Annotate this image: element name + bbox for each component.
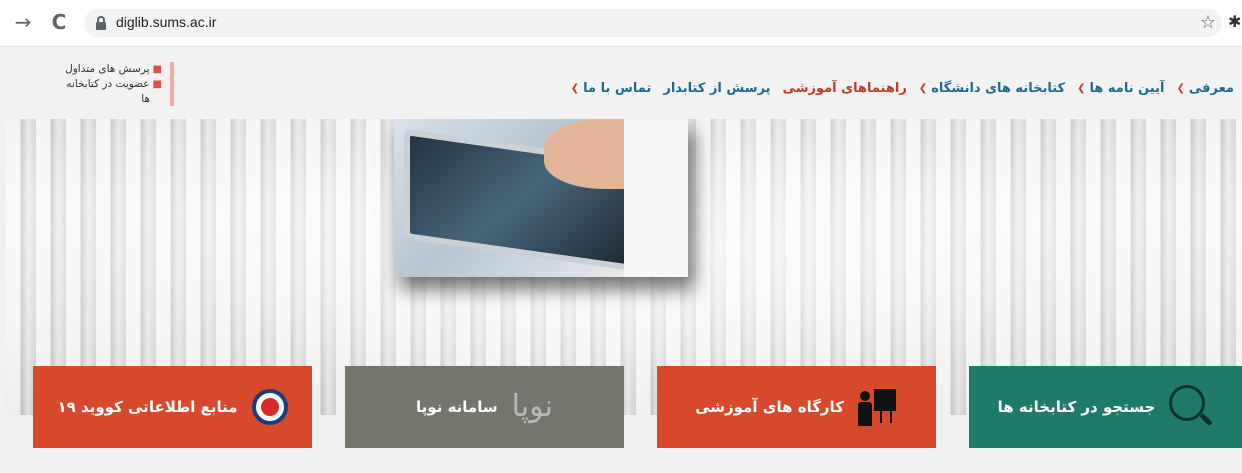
search-icon: [1169, 385, 1214, 429]
bookmark-star-icon[interactable]: ☆: [1200, 12, 1216, 33]
tile-library-search[interactable]: جستجو در کتابخانه ها: [969, 366, 1242, 448]
main-nav: معرفی ❯ آیین نامه ها ❯ کتابخانه های دانشگا…: [571, 78, 1234, 98]
nav-item-ask-librarian[interactable]: پرسش از کتابدار: [663, 81, 770, 96]
quick-link-faq[interactable]: ■پرسش های متداول: [34, 62, 162, 77]
tile-label: منابع اطلاعاتی کووید ۱۹: [57, 398, 238, 416]
quick-links: ■پرسش های متداول ■عضویت در کتابخانه ها: [34, 62, 174, 106]
nav-item-contact[interactable]: تماس با ما ❯: [571, 81, 652, 96]
browser-toolbar: → C diglib.sums.ac.ir ☆ ✱: [0, 0, 1242, 47]
chevron-down-icon: ❯: [918, 82, 928, 94]
tile-noopa[interactable]: نوپا سامانه نوپا: [345, 366, 624, 448]
noopa-logo: نوپا: [511, 389, 553, 424]
chevron-down-icon: ❯: [570, 82, 580, 94]
address-bar[interactable]: diglib.sums.ac.ir ☆: [84, 9, 1222, 37]
quick-link-membership[interactable]: ■عضویت در کتابخانه: [34, 77, 162, 92]
tile-covid-resources[interactable]: منابع اطلاعاتی کووید ۱۹: [33, 366, 312, 448]
nav-item-university-libraries[interactable]: کتابخانه های دانشگاه ❯: [919, 81, 1065, 96]
forward-icon[interactable]: →: [12, 10, 34, 34]
corona-virus-icon: [251, 389, 288, 425]
teacher-icon: [857, 387, 898, 427]
url-text[interactable]: diglib.sums.ac.ir: [116, 14, 216, 30]
quick-link-membership-cont[interactable]: ها: [34, 92, 162, 106]
bullet-icon: ■: [152, 79, 162, 90]
hero-tablet-photo: [394, 119, 688, 277]
chevron-down-icon: ❯: [1077, 82, 1086, 94]
lock-icon[interactable]: [96, 16, 106, 30]
nav-item-tutorials[interactable]: راهنماهای آموزشی: [783, 81, 907, 96]
tile-label: جستجو در کتابخانه ها: [997, 398, 1156, 416]
tile-label: کارگاه های آموزشی: [695, 398, 844, 416]
tile-workshops[interactable]: کارگاه های آموزشی: [657, 366, 936, 448]
bullet-icon: ■: [152, 64, 162, 75]
chevron-down-icon: ❯: [1176, 82, 1185, 94]
tile-label: سامانه نوپا: [416, 398, 498, 416]
extensions-icon[interactable]: ✱: [1228, 12, 1242, 32]
nav-item-about[interactable]: معرفی ❯: [1176, 81, 1234, 96]
reload-icon[interactable]: C: [48, 10, 70, 34]
nav-item-regulations[interactable]: آیین نامه ها ❯: [1077, 81, 1164, 96]
